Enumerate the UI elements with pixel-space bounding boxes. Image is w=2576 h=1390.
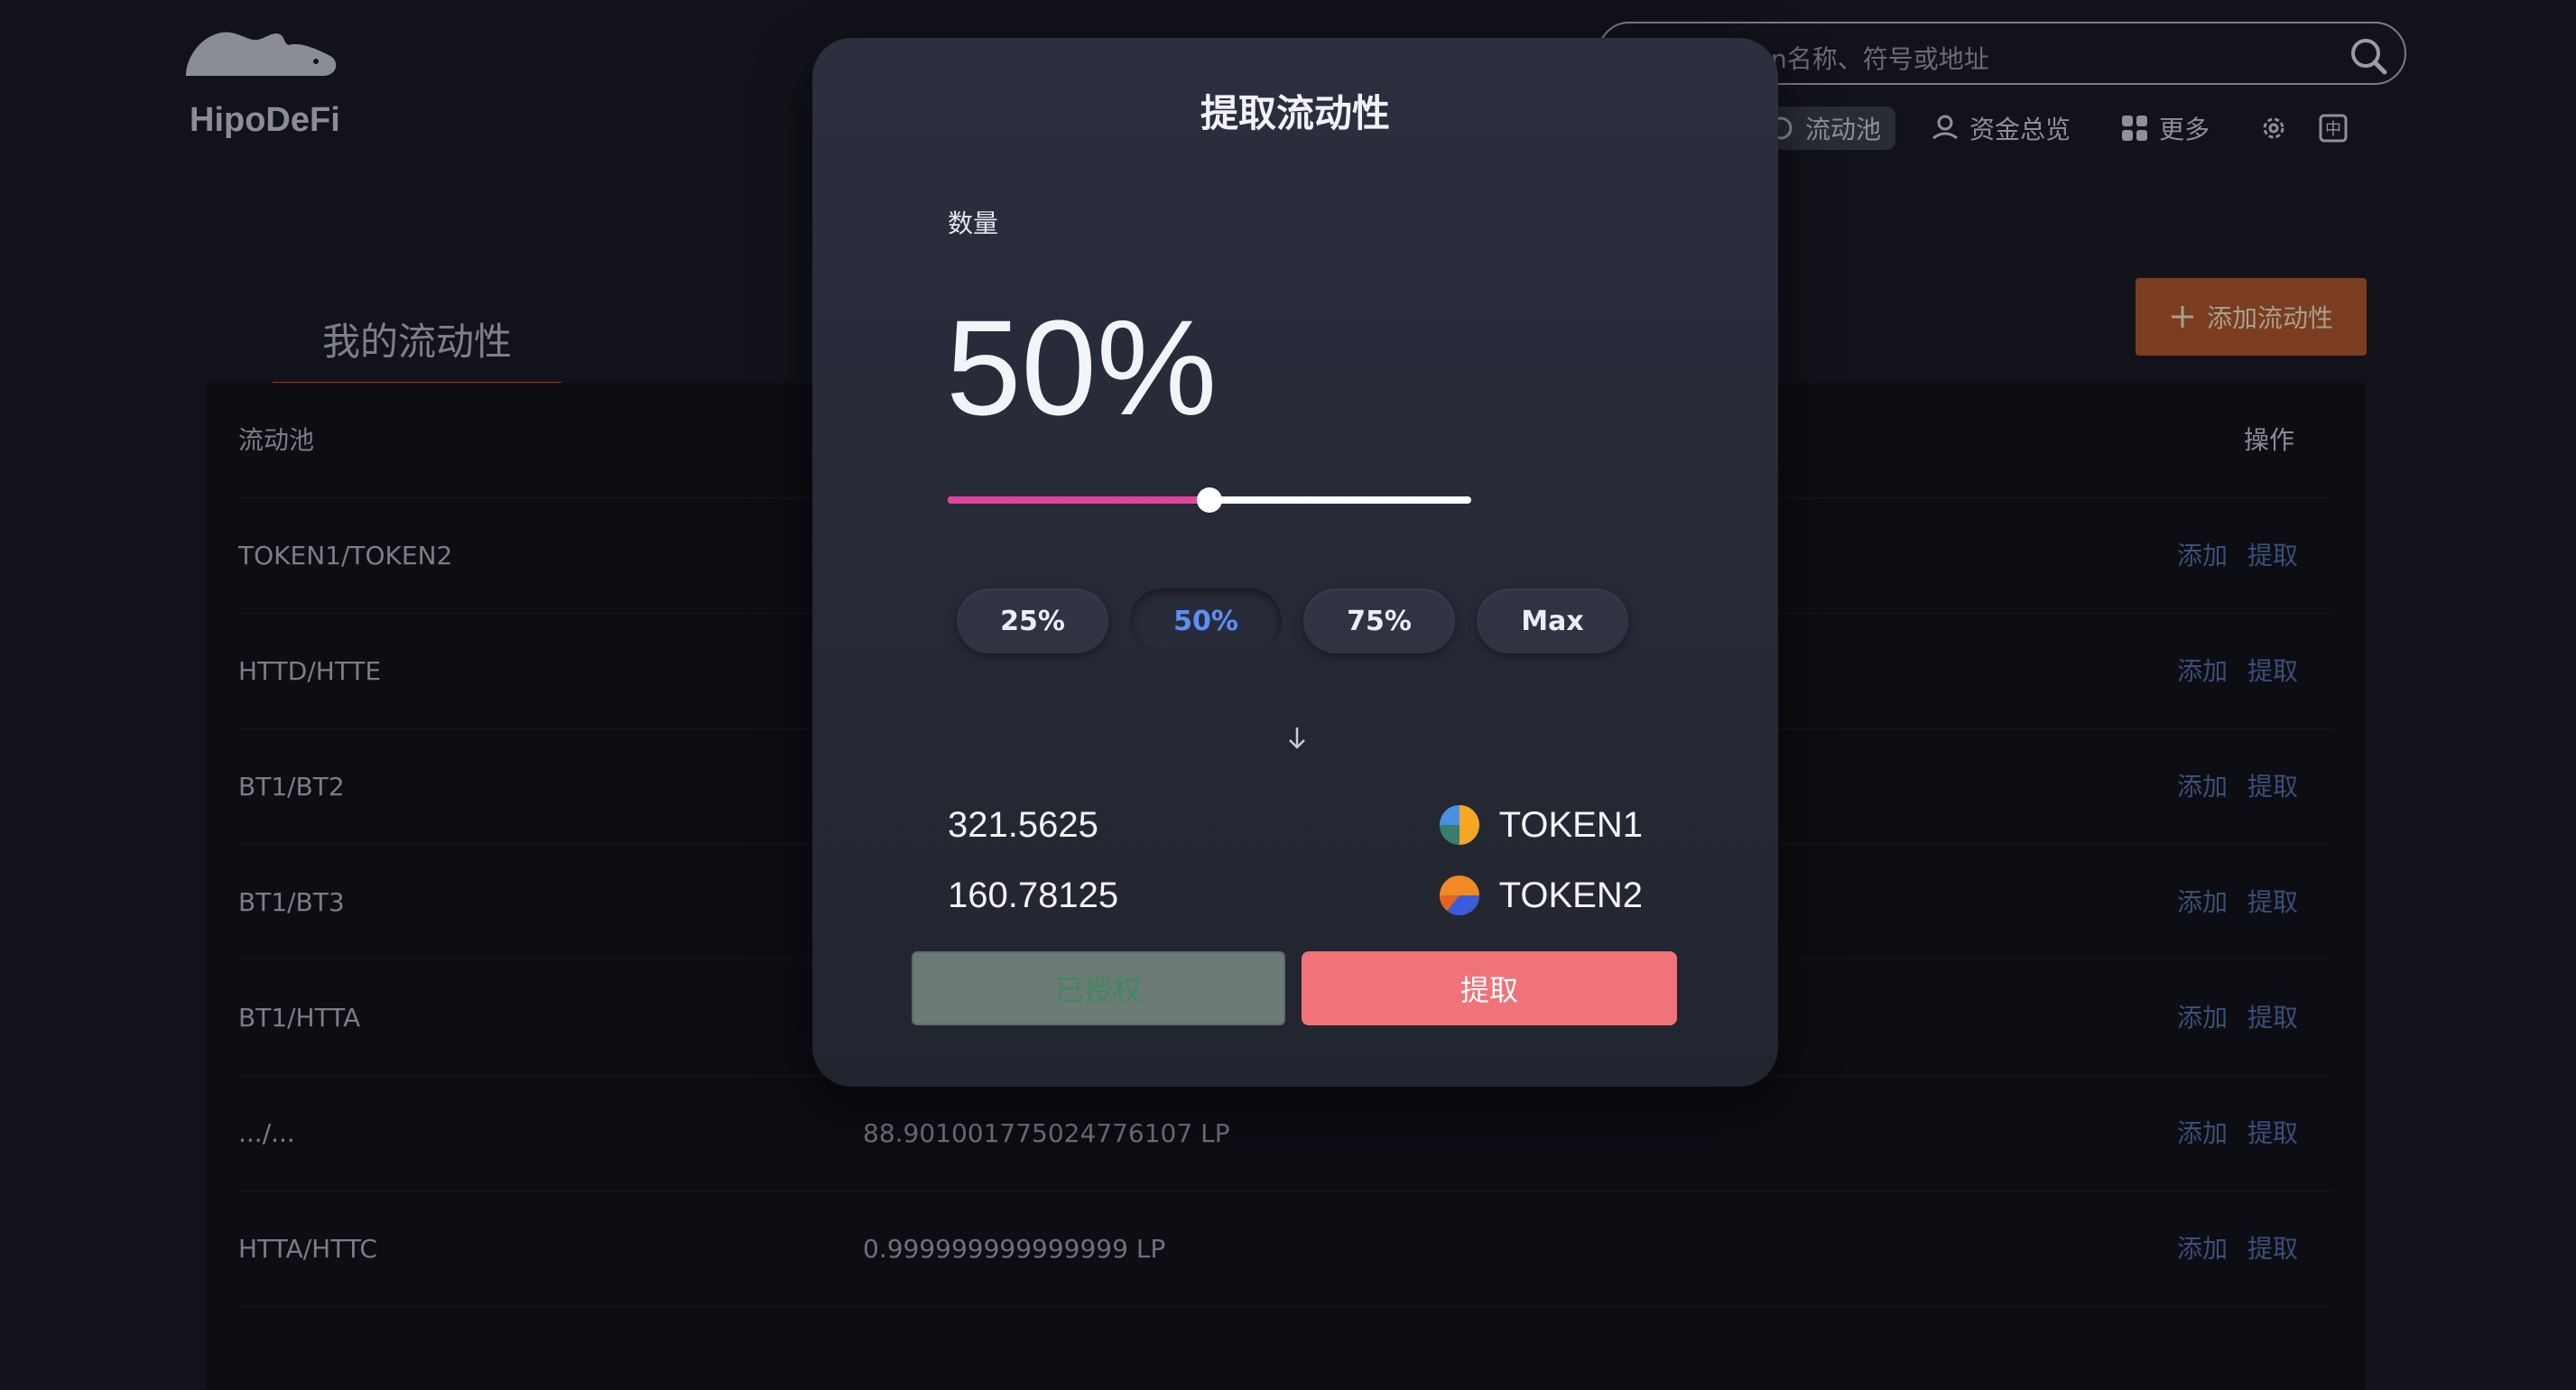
output-row-token2: 160.78125 TOKEN2 xyxy=(948,868,1643,922)
table-row: HTTA/HTTC 0.999999999999999 LP 添加 提取 xyxy=(238,1191,2332,1307)
pill-75[interactable]: 75% xyxy=(1303,588,1455,653)
lp-amount: 88.901001775024776107 LP xyxy=(863,1118,1230,1148)
remove-link[interactable]: 提取 xyxy=(2247,1234,2298,1264)
table-row: .../... 88.901001775024776107 LP 添加 提取 xyxy=(238,1076,2332,1191)
add-link[interactable]: 添加 xyxy=(2177,1118,2228,1148)
remove-link[interactable]: 提取 xyxy=(2247,541,2298,570)
row-actions: 添加 提取 xyxy=(2157,1191,2298,1307)
remove-link[interactable]: 提取 xyxy=(2247,1003,2298,1033)
token1-icon xyxy=(1439,805,1479,845)
settings-button[interactable] xyxy=(2244,107,2303,150)
row-actions: 添加 提取 xyxy=(2157,498,2298,614)
output-token: TOKEN1 xyxy=(1438,803,1643,847)
header-action: 操作 xyxy=(2243,425,2294,455)
logo[interactable]: HipoDeFi xyxy=(181,25,343,139)
output-value: 160.78125 xyxy=(948,875,1119,915)
add-link[interactable]: 添加 xyxy=(2177,656,2228,686)
language-button[interactable]: 中 xyxy=(2303,107,2363,150)
pool-name: BT1/BT3 xyxy=(238,887,345,917)
amount-label: 数量 xyxy=(948,208,999,238)
language-icon: 中 xyxy=(2319,114,2348,143)
add-link[interactable]: 添加 xyxy=(2177,1234,2228,1264)
funds-icon xyxy=(1932,115,1958,140)
hippo-logo-icon xyxy=(186,32,337,76)
plus-icon xyxy=(2171,306,2193,328)
row-actions: 添加 提取 xyxy=(2157,960,2298,1076)
token2-icon xyxy=(1439,876,1479,916)
output-value: 321.5625 xyxy=(948,804,1098,845)
nav-label: 流动池 xyxy=(1805,115,1882,144)
nav-label: 更多 xyxy=(2159,115,2210,144)
language-glyph: 中 xyxy=(2325,120,2341,139)
remove-link[interactable]: 提取 xyxy=(2247,772,2298,802)
add-link[interactable]: 添加 xyxy=(2177,772,2228,802)
pill-max[interactable]: Max xyxy=(1477,588,1628,653)
pool-name: TOKEN1/TOKEN2 xyxy=(238,541,453,570)
add-link[interactable]: 添加 xyxy=(2177,1003,2228,1033)
row-actions: 添加 提取 xyxy=(2157,729,2298,845)
add-link[interactable]: 添加 xyxy=(2177,887,2228,917)
pill-25[interactable]: 25% xyxy=(957,588,1108,653)
gear-icon xyxy=(2263,117,2284,139)
percent-display: 50% xyxy=(946,292,1218,443)
grid-icon xyxy=(2122,116,2148,141)
lp-amount: 0.999999999999999 LP xyxy=(863,1234,1166,1264)
nav-item-more[interactable]: 更多 xyxy=(2105,107,2224,150)
row-actions: 添加 提取 xyxy=(2157,614,2298,729)
nav-item-funds[interactable]: 资金总览 xyxy=(1915,107,2085,150)
approved-button[interactable]: 已授权 xyxy=(912,951,1285,1025)
top-nav: 流动池 资金总览 更多 中 xyxy=(1751,107,2363,150)
app-name: HipoDeFi xyxy=(190,101,340,139)
withdraw-liquidity-modal: 提取流动性 数量 50% 25% 50% 75% Max 321.5625 TO… xyxy=(812,38,1778,1087)
pool-name: BT1/HTTA xyxy=(238,1003,361,1033)
arrow-down-icon xyxy=(1289,727,1305,749)
nav-label: 资金总览 xyxy=(1969,115,2071,144)
search-icon[interactable] xyxy=(2349,36,2388,76)
remove-link[interactable]: 提取 xyxy=(2247,887,2298,917)
slider-fill xyxy=(948,496,1209,504)
slider-handle[interactable] xyxy=(1197,487,1222,513)
remove-link[interactable]: 提取 xyxy=(2247,656,2298,686)
row-actions: 添加 提取 xyxy=(2157,845,2298,960)
pill-50[interactable]: 50% xyxy=(1130,588,1282,653)
pool-name: HTTD/HTTE xyxy=(238,656,382,686)
modal-title: 提取流动性 xyxy=(1200,91,1390,135)
remove-link[interactable]: 提取 xyxy=(2247,1118,2298,1148)
percent-pills: 25% 50% 75% Max xyxy=(957,588,1628,653)
withdraw-button[interactable]: 提取 xyxy=(1302,951,1677,1025)
output-row-token1: 321.5625 TOKEN1 xyxy=(948,798,1643,852)
output-token-name: TOKEN2 xyxy=(1498,875,1643,915)
add-liquidity-button[interactable]: 添加流动性 xyxy=(2136,278,2367,356)
output-token-name: TOKEN1 xyxy=(1498,804,1643,845)
pool-name: BT1/BT2 xyxy=(238,772,345,802)
row-actions: 添加 提取 xyxy=(2157,1076,2298,1191)
add-link[interactable]: 添加 xyxy=(2177,541,2228,570)
header-pool: 流动池 xyxy=(238,425,315,455)
search-placeholder: n名称、符号或地址 xyxy=(1771,44,1989,74)
output-token: TOKEN2 xyxy=(1438,874,1643,917)
amount-slider[interactable] xyxy=(948,486,1471,513)
pool-name: HTTA/HTTC xyxy=(238,1234,377,1264)
tab-my-liquidity[interactable]: 我的流动性 xyxy=(273,311,561,384)
pool-name: .../... xyxy=(238,1118,295,1148)
add-liquidity-label: 添加流动性 xyxy=(2206,303,2333,333)
